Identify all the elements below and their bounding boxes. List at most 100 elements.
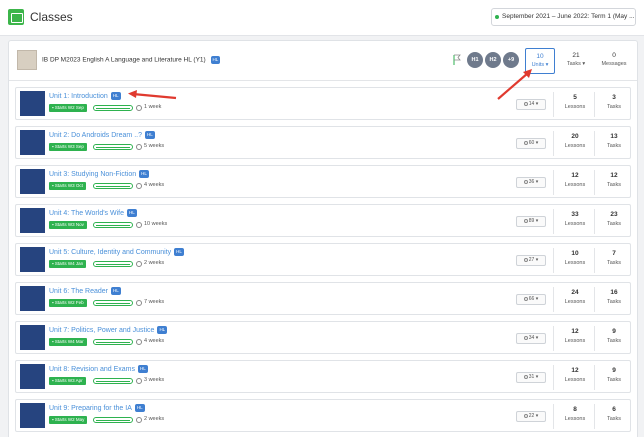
- lessons-stat[interactable]: 8 Lessons: [558, 406, 592, 422]
- resources-dropdown[interactable]: 36 ▾: [516, 177, 546, 188]
- resources-dropdown[interactable]: 60 ▾: [516, 138, 546, 149]
- messages-tab[interactable]: 0 Messages: [599, 48, 629, 74]
- unit-row[interactable]: Unit 8: Revision and Exams HL ▪ Starts W3 …: [15, 360, 631, 393]
- lessons-label: Lessons: [564, 338, 586, 344]
- unit-thumbnail[interactable]: [20, 325, 45, 350]
- resources-count: 60: [528, 140, 535, 146]
- tasks-stat[interactable]: 9 Tasks: [597, 367, 631, 383]
- resources-dropdown[interactable]: 31 ▾: [516, 372, 546, 383]
- units-tab[interactable]: 10 Units ▾: [525, 48, 555, 74]
- resource-icon: [523, 374, 528, 379]
- unit-thumbnail[interactable]: [20, 169, 45, 194]
- unit-title[interactable]: Unit 7: Politics, Power and Justice HL: [49, 326, 168, 334]
- resources-count: 66: [528, 296, 535, 302]
- tasks-count: 9: [612, 367, 616, 374]
- unit-start-badge: ▪ Starts W3 Sep: [49, 143, 87, 151]
- tasks-stat[interactable]: 23 Tasks: [597, 211, 631, 227]
- lessons-stat[interactable]: 12 Lessons: [558, 328, 592, 344]
- unit-row[interactable]: Unit 2: Do Androids Dream ..? HL ▪ Starts …: [15, 126, 631, 159]
- term-selector[interactable]: September 2021 – June 2022: Term 1 (May …: [491, 8, 636, 26]
- unit-title[interactable]: Unit 5: Culture, Identity and Community H…: [49, 248, 184, 256]
- tasks-stat[interactable]: 16 Tasks: [597, 289, 631, 305]
- unit-title-text[interactable]: Unit 2: Do Androids Dream ..?: [49, 132, 142, 139]
- calendar-icon: ▪: [52, 339, 54, 344]
- tasks-count: 23: [610, 211, 618, 218]
- unit-row[interactable]: Unit 6: The Reader HL ▪ Starts W2 Feb 7 wee…: [15, 282, 631, 315]
- unit-start-text: Starts W4 Mar: [54, 339, 84, 344]
- group-avatar-h2[interactable]: H2: [485, 52, 501, 68]
- resources-count: 89: [528, 218, 535, 224]
- unit-thumbnail[interactable]: [20, 286, 45, 311]
- unit-title-text[interactable]: Unit 9: Preparing for the IA: [49, 405, 132, 412]
- unit-duration: 10 weeks: [144, 221, 168, 227]
- tasks-label: Tasks: [606, 221, 622, 227]
- lessons-stat[interactable]: 5 Lessons: [558, 94, 592, 110]
- tasks-stat[interactable]: 9 Tasks: [597, 328, 631, 344]
- resources-dropdown[interactable]: 66 ▾: [516, 294, 546, 305]
- resources-dropdown[interactable]: 89 ▾: [516, 216, 546, 227]
- resources-dropdown[interactable]: 34 ▾: [516, 333, 546, 344]
- unit-thumbnail[interactable]: [20, 130, 45, 155]
- resources-dropdown[interactable]: 27 ▾: [516, 255, 546, 266]
- resources-dropdown[interactable]: 14 ▾: [516, 99, 546, 110]
- class-panel: IB DP M2023 English A Language and Liter…: [8, 40, 638, 437]
- unit-title[interactable]: Unit 8: Revision and Exams HL: [49, 365, 148, 373]
- tasks-stat[interactable]: 6 Tasks: [597, 406, 631, 422]
- unit-title-text[interactable]: Unit 8: Revision and Exams: [49, 366, 135, 373]
- unit-row[interactable]: Unit 4: The World's Wife HL ▪ Starts W3 No…: [15, 204, 631, 237]
- chevron-down-icon: ▾: [535, 335, 539, 341]
- lessons-stat[interactable]: 24 Lessons: [558, 289, 592, 305]
- unit-row[interactable]: Unit 7: Politics, Power and Justice HL ▪ S…: [15, 321, 631, 354]
- tasks-stat[interactable]: 7 Tasks: [597, 250, 631, 266]
- clock-icon: [136, 339, 142, 345]
- divider: [594, 287, 595, 312]
- unit-title[interactable]: Unit 1: Introduction HL: [49, 92, 121, 100]
- resources-count: 31: [528, 374, 535, 380]
- unit-title-text[interactable]: Unit 7: Politics, Power and Justice: [49, 327, 154, 334]
- unit-title-text[interactable]: Unit 4: The World's Wife: [49, 210, 124, 217]
- unit-thumbnail[interactable]: [20, 364, 45, 389]
- unit-title[interactable]: Unit 2: Do Androids Dream ..? HL: [49, 131, 155, 139]
- unit-title[interactable]: Unit 4: The World's Wife HL: [49, 209, 137, 217]
- unit-progress-bar: [93, 183, 133, 189]
- lessons-stat[interactable]: 12 Lessons: [558, 367, 592, 383]
- flag-icon[interactable]: [452, 54, 462, 66]
- lessons-label: Lessons: [564, 377, 586, 383]
- unit-thumbnail[interactable]: [20, 91, 45, 116]
- unit-progress-fill: [96, 225, 130, 226]
- unit-row[interactable]: Unit 3: Studying Non-Fiction HL ▪ Starts W…: [15, 165, 631, 198]
- resources-dropdown[interactable]: 22 ▾: [516, 411, 546, 422]
- tasks-count: 9: [612, 328, 616, 335]
- unit-row[interactable]: Unit 9: Preparing for the IA HL ▪ Starts W…: [15, 399, 631, 432]
- top-bar: Classes September 2021 – June 2022: Term…: [0, 0, 644, 36]
- divider: [553, 326, 554, 351]
- unit-start-text: Starts W2 Sep: [54, 105, 84, 110]
- group-avatar-h1[interactable]: H1: [467, 52, 483, 68]
- lessons-stat[interactable]: 12 Lessons: [558, 172, 592, 188]
- divider: [594, 326, 595, 351]
- unit-title-text[interactable]: Unit 3: Studying Non-Fiction: [49, 171, 136, 178]
- lessons-stat[interactable]: 20 Lessons: [558, 133, 592, 149]
- tasks-stat[interactable]: 12 Tasks: [597, 172, 631, 188]
- tasks-stat[interactable]: 13 Tasks: [597, 133, 631, 149]
- unit-thumbnail[interactable]: [20, 208, 45, 233]
- lessons-stat[interactable]: 10 Lessons: [558, 250, 592, 266]
- unit-title[interactable]: Unit 6: The Reader HL: [49, 287, 121, 295]
- clock-icon: [136, 300, 142, 306]
- unit-thumbnail[interactable]: [20, 403, 45, 428]
- group-avatar-more[interactable]: +9: [503, 52, 519, 68]
- unit-title-text[interactable]: Unit 6: The Reader: [49, 288, 108, 295]
- calendar-icon: ▪: [52, 378, 54, 383]
- unit-title[interactable]: Unit 9: Preparing for the IA HL: [49, 404, 145, 412]
- unit-row[interactable]: Unit 1: Introduction HL ▪ Starts W2 Sep 1 w…: [15, 87, 631, 120]
- unit-row[interactable]: Unit 5: Culture, Identity and Community H…: [15, 243, 631, 276]
- unit-title-text[interactable]: Unit 5: Culture, Identity and Community: [49, 249, 171, 256]
- lessons-stat[interactable]: 33 Lessons: [558, 211, 592, 227]
- unit-thumbnail[interactable]: [20, 247, 45, 272]
- unit-title[interactable]: Unit 3: Studying Non-Fiction HL: [49, 170, 149, 178]
- unit-title-text[interactable]: Unit 1: Introduction: [49, 93, 108, 100]
- tasks-label: Tasks: [606, 182, 622, 188]
- tasks-tab[interactable]: 21 Tasks ▾: [561, 48, 591, 74]
- tasks-stat[interactable]: 3 Tasks: [597, 94, 631, 110]
- chevron-down-icon: ▾: [535, 374, 539, 380]
